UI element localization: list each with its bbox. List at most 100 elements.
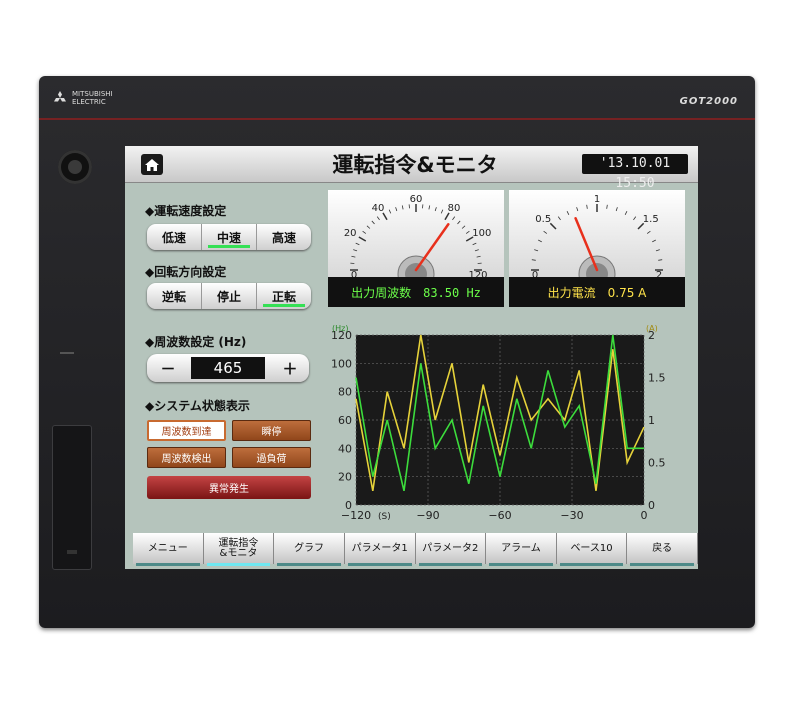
current-gauge: 0 0.5 1 1.5 2 [509, 190, 685, 277]
gauge-tick [534, 249, 539, 252]
title-bar: 運転指令&モニタ '13.10.01 15:50 [125, 146, 698, 191]
gauge-tick [658, 259, 663, 261]
gauge-tick [557, 216, 561, 221]
frequency-decrease-button[interactable]: － [153, 354, 183, 382]
gauge-scale-label: 0 [351, 270, 357, 277]
gauge-tick [474, 249, 479, 252]
gauge-tick [476, 255, 481, 258]
bottom-tabbar: メニュー 運転指令 &モニタ グラフ パラメータ1 パラメータ2 アラーム ベー… [133, 533, 698, 566]
y-right-unit: (A) [646, 324, 658, 333]
tab-alarm[interactable]: アラーム [486, 533, 557, 566]
gauge-tick [401, 205, 404, 210]
x-unit: (S) [378, 512, 391, 522]
hardware-button[interactable] [58, 150, 92, 184]
current-readout: 出力電流 0.75 A [547, 286, 647, 300]
gauge-scale-label: 2 [656, 270, 662, 277]
gauge-tick [472, 242, 477, 246]
current-meter: 0 0.5 1 1.5 2 出力電流 0.75 A [509, 190, 685, 307]
indicator-slot [60, 352, 74, 354]
gauge-scale-label: 1.5 [643, 214, 659, 225]
y-left-tick-label: 60 [338, 414, 352, 427]
gauge-scale-label: 1 [594, 194, 600, 205]
clock-display: '13.10.01 15:50 [582, 154, 688, 191]
gauge-tick [646, 230, 651, 234]
frequency-heading: ◆周波数設定 (Hz) [145, 335, 247, 349]
status-freq-reached: 周波数到達 [147, 420, 226, 441]
status-overload: 過負荷 [232, 447, 311, 468]
gauge-scale-label: 120 [468, 270, 487, 277]
frequency-stepper: － 465 ＋ [147, 354, 309, 382]
hardware-button-cap [68, 160, 82, 174]
system-status-heading: ◆システム状態表示 [145, 399, 250, 413]
bezel-accent-line [39, 118, 755, 120]
speed-selector: 低速 中速 高速 [147, 224, 311, 250]
speed-mid-button[interactable]: 中速 [202, 224, 257, 250]
tab-base10[interactable]: ベース10 [556, 533, 628, 566]
brand-logo: MITSUBISHI ELECTRIC [52, 90, 113, 106]
door-notch [67, 550, 77, 554]
tab-parameter2[interactable]: パラメータ2 [415, 533, 487, 566]
y-right-tick-label: 1 [648, 414, 655, 427]
frequency-readout: 出力周波数 83.50 Hz [351, 286, 481, 300]
y-right-tick-label: 0 [648, 499, 655, 512]
gauge-tick [362, 230, 367, 234]
gauge-tick [434, 207, 437, 212]
gauge-tick [440, 209, 444, 214]
gauge-needle [414, 223, 450, 272]
gauge-tick [428, 205, 431, 210]
direction-selector: 逆転 停止 正転 [147, 283, 311, 309]
page-title: 運転指令&モニタ [332, 153, 498, 177]
frequency-gauge: 0 20 40 60 80 100 120 [328, 190, 504, 277]
gauge-tick [388, 209, 392, 214]
y-left-tick-label: 80 [338, 386, 352, 399]
gauge-tick [538, 239, 542, 243]
gauge-tick [355, 242, 360, 246]
tab-parameter1[interactable]: パラメータ1 [344, 533, 416, 566]
x-tick-label: 0 [641, 509, 648, 522]
gauge-scale-label: 20 [344, 228, 357, 239]
tab-graph[interactable]: グラフ [274, 533, 345, 566]
gauge-tick [655, 249, 660, 252]
speed-high-button[interactable]: 高速 [257, 224, 311, 250]
status-alarm: 異常発生 [147, 476, 311, 499]
frequency-increase-button[interactable]: ＋ [275, 354, 305, 382]
gauge-scale-label: 100 [472, 228, 491, 239]
trend-chart: 020406080100120−120 −90 −60 −30 000.511.52(H… [330, 321, 676, 528]
x-tick-label: −60 [488, 509, 511, 522]
direction-heading: ◆回転方向設定 [145, 265, 227, 279]
direction-stop-button[interactable]: 停止 [202, 283, 257, 309]
speed-low-button[interactable]: 低速 [147, 224, 202, 250]
gauge-tick [353, 249, 358, 252]
direction-forward-button[interactable]: 正転 [257, 283, 311, 309]
direction-reverse-button[interactable]: 逆転 [147, 283, 202, 309]
gauge-tick [606, 204, 608, 209]
hmi-screen: 運転指令&モニタ '13.10.01 15:50 ◆運転速度設定 低速 中速 高… [125, 146, 698, 569]
gauge-tick [531, 259, 536, 261]
y-left-unit: (Hz) [332, 324, 348, 333]
tab-menu[interactable]: メニュー [133, 533, 204, 566]
gauge-scale-label: 60 [410, 194, 423, 205]
gauge-tick [465, 230, 470, 234]
x-tick-label: −90 [416, 509, 439, 522]
gauge-scale-label: 80 [448, 203, 461, 214]
x-tick-label: −30 [560, 509, 583, 522]
home-icon [145, 158, 159, 171]
gauge-tick [358, 236, 367, 242]
home-button[interactable] [141, 154, 163, 175]
frequency-input[interactable]: 465 [191, 357, 265, 379]
gauge-tick [615, 207, 618, 212]
gauge-tick [376, 216, 380, 221]
x-tick-label: −120 [341, 509, 371, 522]
brand-line1: MITSUBISHI [72, 90, 113, 98]
card-slot-door[interactable] [52, 425, 92, 570]
gauge-tick [586, 204, 588, 209]
brand-line2: ELECTRIC [72, 98, 106, 106]
y-right-tick-label: 0.5 [648, 457, 666, 470]
speed-heading: ◆運転速度設定 [145, 204, 227, 218]
tab-operation-monitor[interactable]: 運転指令 &モニタ [203, 533, 275, 566]
tab-back[interactable]: 戻る [627, 533, 698, 566]
gauge-tick [371, 220, 375, 225]
gauge-tick [452, 216, 456, 221]
gauge-tick [576, 207, 579, 212]
tab-operation-monitor-label: 運転指令 &モニタ [218, 537, 259, 559]
